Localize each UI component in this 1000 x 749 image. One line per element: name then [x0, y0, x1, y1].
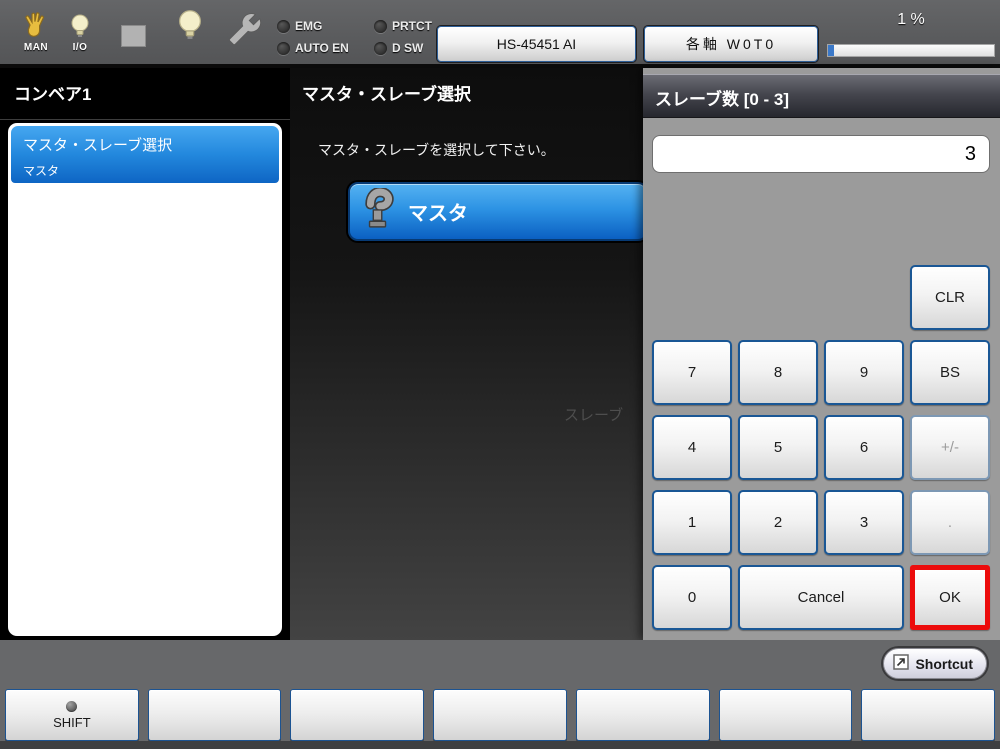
left-panel-separator [0, 119, 290, 120]
teach-pendant-screen: MAN I/O [0, 0, 1000, 749]
key-6[interactable]: 6 [824, 415, 904, 480]
function-key-blank-4[interactable] [576, 689, 710, 741]
function-key-row: SHIFT [0, 689, 1000, 741]
top-status-bar: MAN I/O [0, 0, 1000, 68]
key-5[interactable]: 5 [738, 415, 818, 480]
manual-mode-label: MAN [14, 42, 58, 53]
function-key-blank-6[interactable] [861, 689, 995, 741]
left-panel-title: コンベア1 [0, 68, 290, 105]
emg-led-label: EMG [295, 19, 322, 33]
settings-wrench-icon[interactable] [226, 9, 264, 52]
key-decimal-point: . [910, 490, 990, 555]
bottom-edge-strip [0, 741, 1000, 749]
key-1[interactable]: 1 [652, 490, 732, 555]
auto-en-status-led: AUTO EN [277, 41, 349, 55]
key-3[interactable]: 3 [824, 490, 904, 555]
key-0[interactable]: 0 [652, 565, 732, 630]
key-backspace[interactable]: BS [910, 340, 990, 405]
list-item-master-slave-selection[interactable]: マスタ・スレーブ選択 マスタ [11, 126, 279, 183]
key-9[interactable]: 9 [824, 340, 904, 405]
robot-arm-icon [362, 188, 394, 236]
d-sw-led-label: D SW [392, 41, 423, 55]
auto-en-led-label: AUTO EN [295, 41, 349, 55]
io-label: I/O [62, 42, 98, 53]
speed-percent-label: 1 % [827, 11, 995, 29]
shift-key-label: SHIFT [53, 715, 91, 730]
bottom-bar: Shortcut SHIFT [0, 640, 1000, 749]
slave-button-label-partial: スレーブ [564, 404, 623, 425]
conveyor-list-panel: コンベア1 マスタ・スレーブ選択 マスタ [0, 68, 290, 640]
jog-mode-button[interactable]: 各軸 W0T0 [644, 26, 818, 62]
ok-button-highlighted[interactable]: OK [910, 565, 990, 630]
function-key-shift[interactable]: SHIFT [5, 689, 139, 741]
numeric-keypad-dialog: スレーブ数 [0 - 3] 3 CLR 7 8 9 BS 4 5 6 +/- 1… [643, 68, 1000, 640]
keypad-keys-grid: CLR 7 8 9 BS 4 5 6 +/- 1 2 3 . 0 Cancel … [652, 265, 990, 630]
middle-panel-title: マスタ・スレーブ選択 [290, 68, 643, 105]
cancel-button[interactable]: Cancel [738, 565, 904, 630]
speed-progress-fill [828, 45, 834, 56]
function-key-blank-2[interactable] [290, 689, 424, 741]
master-slave-select-panel: マスタ・スレーブ選択 マスタ・スレーブを選択して下さい。 マスタ スレーブ [290, 68, 643, 640]
speed-progress-bar[interactable] [827, 44, 995, 57]
key-8[interactable]: 8 [738, 340, 818, 405]
emg-led-icon [277, 20, 290, 33]
auto-en-led-icon [277, 42, 290, 55]
manual-mode-button[interactable]: MAN [14, 10, 58, 53]
prtct-led-icon [374, 20, 387, 33]
io-monitor-button[interactable]: I/O [62, 14, 98, 53]
shortcut-arrow-icon [893, 654, 909, 673]
master-button-label: マスタ [408, 197, 468, 226]
key-clr[interactable]: CLR [910, 265, 990, 330]
settings-list: マスタ・スレーブ選択 マスタ [8, 123, 282, 636]
robot-select-button[interactable]: HS-45451 AI [437, 26, 636, 62]
lamp-button[interactable] [172, 10, 208, 45]
key-plus-minus: +/- [910, 415, 990, 480]
d-sw-led-icon [374, 42, 387, 55]
master-button[interactable]: マスタ [348, 182, 643, 241]
list-item-title: マスタ・スレーブ選択 [11, 126, 279, 155]
shortcut-button[interactable]: Shortcut [883, 648, 987, 679]
key-4[interactable]: 4 [652, 415, 732, 480]
function-key-blank-1[interactable] [148, 689, 282, 741]
shortcut-button-label: Shortcut [915, 656, 973, 672]
key-2[interactable]: 2 [738, 490, 818, 555]
function-key-blank-3[interactable] [433, 689, 567, 741]
function-key-blank-5[interactable] [719, 689, 853, 741]
selection-prompt-message: マスタ・スレーブを選択して下さい。 [318, 140, 555, 160]
numeric-input-field[interactable]: 3 [652, 135, 990, 173]
prtct-status-led: PRTCT [374, 19, 432, 33]
key-7[interactable]: 7 [652, 340, 732, 405]
list-item-value: マスタ [11, 155, 279, 179]
emg-status-led: EMG [277, 19, 322, 33]
keypad-dialog-title: スレーブ数 [0 - 3] [643, 75, 1000, 110]
shift-led-icon [66, 701, 77, 712]
prtct-led-label: PRTCT [392, 19, 432, 33]
d-sw-status-led: D SW [374, 41, 423, 55]
keypad-dialog-header: スレーブ数 [0 - 3] [643, 74, 1000, 118]
stop-square-icon[interactable] [121, 25, 146, 47]
lamp-bulb-icon [177, 34, 203, 45]
